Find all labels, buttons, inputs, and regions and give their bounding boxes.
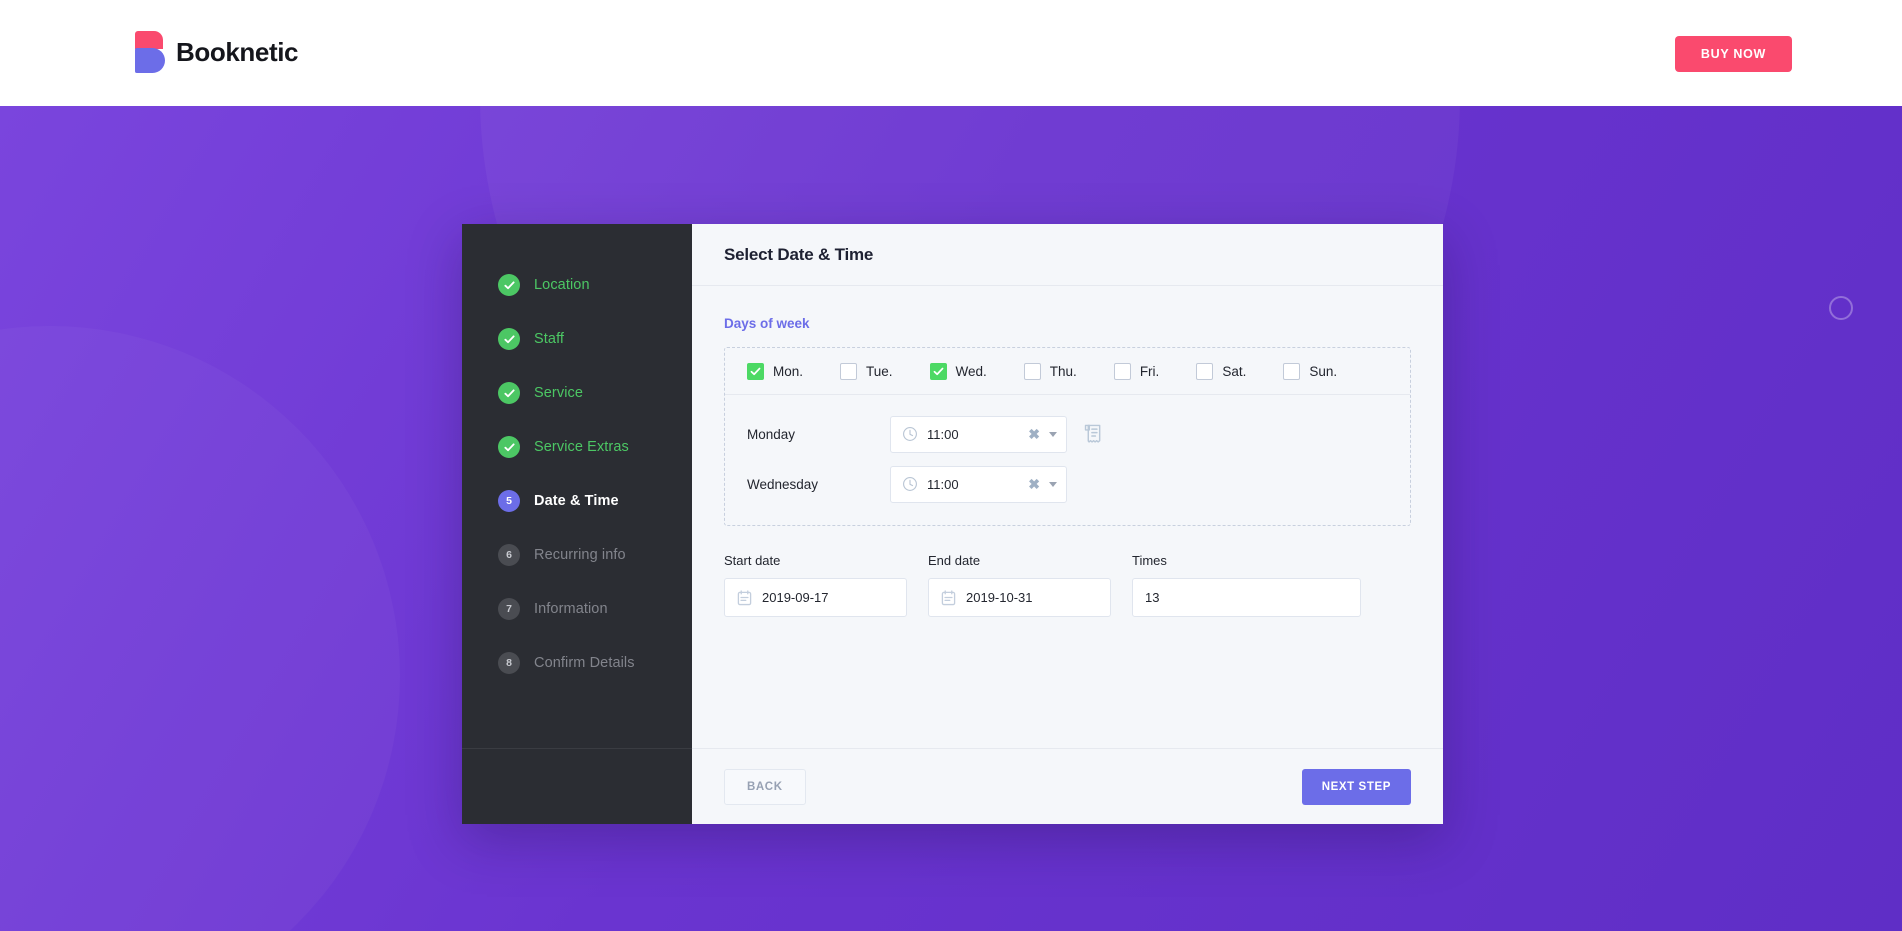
wizard-panel: Select Date & Time Days of week Mon. Tue.… xyxy=(692,224,1443,824)
sidebar-step-information[interactable]: 7 Information xyxy=(462,582,692,636)
field-label: End date xyxy=(928,553,1111,568)
logo-bottom-shape xyxy=(135,48,165,73)
step-number-badge: 7 xyxy=(498,598,520,620)
sidebar-step-label: Date & Time xyxy=(534,493,619,509)
decorative-circle-left xyxy=(0,326,400,931)
field-end-date: End date 2019-10-31 xyxy=(928,553,1111,617)
checkbox-checked-icon[interactable] xyxy=(747,363,764,380)
sidebar-step-label: Information xyxy=(534,601,608,617)
sidebar-step-date-time[interactable]: 5 Date & Time xyxy=(462,474,692,528)
page-title: Select Date & Time xyxy=(724,245,873,265)
clock-icon xyxy=(902,476,918,492)
field-input[interactable]: 2019-09-17 xyxy=(724,578,907,617)
sidebar-step-confirm-details[interactable]: 8 Confirm Details xyxy=(462,636,692,690)
checkbox-checked-icon[interactable] xyxy=(930,363,947,380)
receipt-note-icon[interactable] xyxy=(1084,424,1103,444)
step-number-badge: 5 xyxy=(498,490,520,512)
field-input[interactable]: 2019-10-31 xyxy=(928,578,1111,617)
schedule-row: Monday11:00✖ xyxy=(725,409,1410,459)
step-number-badge: 8 xyxy=(498,652,520,674)
buy-now-button[interactable]: BUY NOW xyxy=(1675,36,1792,72)
day-checkbox-sat[interactable]: Sat. xyxy=(1196,363,1246,380)
schedule-day-label: Wednesday xyxy=(747,477,890,492)
time-value: 11:00 xyxy=(927,477,1028,492)
day-checkbox-fri[interactable]: Fri. xyxy=(1114,363,1160,380)
field-times: Times 13 xyxy=(1132,553,1361,617)
day-label: Fri. xyxy=(1140,364,1160,379)
field-label: Times xyxy=(1132,553,1361,568)
field-input[interactable]: 13 xyxy=(1132,578,1361,617)
clock-icon xyxy=(902,426,918,442)
panel-header: Select Date & Time xyxy=(692,224,1443,286)
checkbox-empty-icon[interactable] xyxy=(840,363,857,380)
decorative-ring-icon xyxy=(1829,296,1853,320)
brand-logo[interactable]: Booknetic xyxy=(135,31,298,73)
day-label: Tue. xyxy=(866,364,893,379)
day-checkbox-thu[interactable]: Thu. xyxy=(1024,363,1077,380)
schedule-row: Wednesday11:00✖ xyxy=(725,459,1410,509)
date-fields-row: Start date 2019-09-17 End date 2019-10-31 Ti… xyxy=(724,553,1411,617)
day-checkbox-mon[interactable]: Mon. xyxy=(747,363,803,380)
check-icon xyxy=(498,436,520,458)
clear-icon[interactable]: ✖ xyxy=(1028,426,1040,443)
checkbox-empty-icon[interactable] xyxy=(1024,363,1041,380)
sidebar-step-location[interactable]: Location xyxy=(462,258,692,312)
time-select[interactable]: 11:00✖ xyxy=(890,466,1067,503)
day-label: Sat. xyxy=(1222,364,1246,379)
day-label: Thu. xyxy=(1050,364,1077,379)
calendar-icon xyxy=(737,590,752,606)
day-label: Wed. xyxy=(956,364,987,379)
booknetic-logo-icon xyxy=(135,31,163,73)
back-button[interactable]: BACK xyxy=(724,769,806,805)
day-checkbox-wed[interactable]: Wed. xyxy=(930,363,987,380)
clear-icon[interactable]: ✖ xyxy=(1028,476,1040,493)
chevron-down-icon[interactable] xyxy=(1049,482,1057,487)
chevron-down-icon[interactable] xyxy=(1049,432,1057,437)
check-icon xyxy=(498,274,520,296)
days-of-week-label: Days of week xyxy=(724,316,1411,331)
time-select[interactable]: 11:00✖ xyxy=(890,416,1067,453)
sidebar-step-label: Service xyxy=(534,385,583,401)
wizard-sidebar: Location Staff Service Service Extras 5 Date … xyxy=(462,224,692,824)
wizard-step-list: Location Staff Service Service Extras 5 Date … xyxy=(462,224,692,748)
sidebar-step-recurring-info[interactable]: 6 Recurring info xyxy=(462,528,692,582)
logo-top-shape xyxy=(135,31,163,49)
day-label: Mon. xyxy=(773,364,803,379)
checkbox-empty-icon[interactable] xyxy=(1283,363,1300,380)
top-navbar: Booknetic BUY NOW xyxy=(0,0,1902,106)
sidebar-step-label: Service Extras xyxy=(534,439,629,455)
check-icon xyxy=(498,382,520,404)
sidebar-step-label: Staff xyxy=(534,331,564,347)
day-checkbox-sun[interactable]: Sun. xyxy=(1283,363,1337,380)
field-value: 2019-10-31 xyxy=(966,590,1033,605)
checkbox-empty-icon[interactable] xyxy=(1114,363,1131,380)
day-checkbox-tue[interactable]: Tue. xyxy=(840,363,893,380)
calendar-icon xyxy=(941,590,956,606)
schedule-rows: Monday11:00✖Wednesday11:00✖ xyxy=(725,395,1410,525)
checkbox-empty-icon[interactable] xyxy=(1196,363,1213,380)
sidebar-step-staff[interactable]: Staff xyxy=(462,312,692,366)
field-value: 13 xyxy=(1145,590,1159,605)
days-schedule-box: Mon.Tue.Wed.Thu.Fri.Sat.Sun. Monday11:00… xyxy=(724,347,1411,526)
check-icon xyxy=(498,328,520,350)
step-number-badge: 6 xyxy=(498,544,520,566)
field-value: 2019-09-17 xyxy=(762,590,829,605)
sidebar-step-label: Location xyxy=(534,277,590,293)
sidebar-footer xyxy=(462,748,692,824)
brand-name: Booknetic xyxy=(176,37,298,68)
panel-body: Days of week Mon. Tue. Wed. Thu. Fri. Sat. Sun… xyxy=(692,286,1443,748)
days-of-week-row: Mon. Tue. Wed. Thu. Fri. Sat. Sun. xyxy=(725,348,1410,395)
schedule-day-label: Monday xyxy=(747,427,890,442)
sidebar-step-service[interactable]: Service xyxy=(462,366,692,420)
next-step-button[interactable]: NEXT STEP xyxy=(1302,769,1411,805)
time-value: 11:00 xyxy=(927,427,1028,442)
sidebar-step-label: Recurring info xyxy=(534,547,626,563)
sidebar-step-service-extras[interactable]: Service Extras xyxy=(462,420,692,474)
panel-footer: BACK NEXT STEP xyxy=(692,748,1443,824)
day-label: Sun. xyxy=(1309,364,1337,379)
field-label: Start date xyxy=(724,553,907,568)
booking-wizard-card: Location Staff Service Service Extras 5 Date … xyxy=(462,224,1443,824)
field-start-date: Start date 2019-09-17 xyxy=(724,553,907,617)
sidebar-step-label: Confirm Details xyxy=(534,655,635,671)
